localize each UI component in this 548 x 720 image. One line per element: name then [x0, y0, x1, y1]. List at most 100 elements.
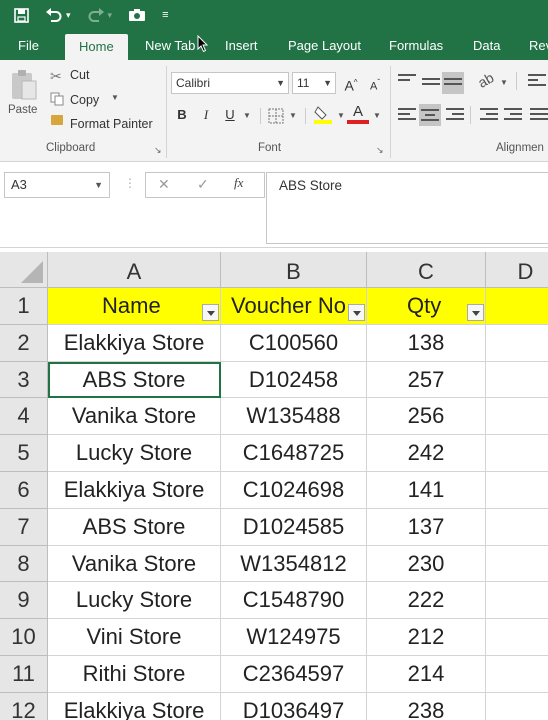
filter-dropdown-icon[interactable]: [348, 304, 365, 321]
table-cell[interactable]: 230: [367, 545, 486, 583]
table-cell[interactable]: W1354812: [221, 545, 367, 583]
table-cell[interactable]: D1024585: [221, 508, 367, 546]
table-cell[interactable]: 7: [486, 435, 548, 472]
row-header[interactable]: 12: [0, 692, 48, 720]
filter-dropdown-icon[interactable]: [202, 304, 219, 321]
table-cell[interactable]: 10: [486, 546, 548, 583]
insert-function-button[interactable]: fx: [234, 175, 243, 191]
font-launcher-icon[interactable]: ↘: [376, 145, 384, 156]
table-cell[interactable]: 14: [486, 693, 548, 720]
column-header-a[interactable]: A: [48, 252, 221, 288]
align-top-icon[interactable]: [398, 74, 416, 88]
table-cell[interactable]: W135488: [221, 398, 367, 436]
table-cell[interactable]: 238: [367, 692, 486, 720]
table-cell[interactable]: 141: [367, 472, 486, 509]
align-left-icon[interactable]: [398, 108, 416, 122]
table-cell[interactable]: W124975: [221, 619, 367, 656]
table-cell[interactable]: 21: [486, 656, 548, 693]
filter-dropdown-icon[interactable]: [467, 304, 484, 321]
camera-icon[interactable]: [128, 8, 146, 22]
table-cell[interactable]: Lucky Store: [48, 582, 221, 620]
tab-new-tab[interactable]: New Tab: [145, 30, 195, 60]
name-box[interactable]: A3 ▼: [4, 172, 110, 198]
tab-data[interactable]: Data: [473, 30, 500, 60]
decrease-indent-icon[interactable]: [480, 108, 498, 122]
merge-center-icon[interactable]: [530, 108, 548, 122]
drag-handle-icon[interactable]: ⋮: [124, 176, 136, 190]
row-header[interactable]: 4: [0, 398, 48, 436]
tab-home[interactable]: Home: [65, 34, 128, 60]
underline-dropdown-icon[interactable]: ▼: [243, 111, 251, 120]
table-cell[interactable]: C1024698: [221, 472, 367, 509]
table-cell[interactable]: Elakkiya Store: [48, 692, 221, 720]
align-center-button[interactable]: [419, 104, 441, 126]
table-cell[interactable]: 17: [486, 582, 548, 620]
tab-page-layout[interactable]: Page Layout: [288, 30, 361, 60]
table-cell[interactable]: 214: [367, 656, 486, 693]
italic-button[interactable]: I: [195, 104, 217, 126]
tab-insert[interactable]: Insert: [225, 30, 258, 60]
table-cell[interactable]: 256: [367, 398, 486, 436]
bold-button[interactable]: B: [171, 104, 193, 126]
table-cell[interactable]: ABS Store: [48, 361, 221, 399]
table-cell[interactable]: Vanika Store: [48, 398, 221, 436]
font-color-button[interactable]: A: [347, 102, 369, 124]
copy-button[interactable]: Copy: [70, 93, 99, 107]
table-cell[interactable]: Vini Store: [48, 619, 221, 656]
underline-button[interactable]: U: [219, 104, 241, 126]
customize-toolbar-icon[interactable]: ≡: [162, 9, 168, 21]
table-cell[interactable]: 137: [367, 508, 486, 546]
align-bottom-button[interactable]: [442, 72, 464, 94]
table-cell[interactable]: 242: [367, 435, 486, 472]
table-cell[interactable]: 212: [367, 619, 486, 656]
wrap-text-icon[interactable]: [528, 74, 546, 88]
row-header[interactable]: 8: [0, 545, 48, 583]
column-header-c[interactable]: C: [367, 252, 486, 288]
table-cell[interactable]: D1036497: [221, 692, 367, 720]
table-cell[interactable]: C1548790: [221, 582, 367, 620]
shrink-font-button[interactable]: Aˇ: [364, 72, 386, 94]
table-cell[interactable]: 8: [486, 619, 548, 656]
table-cell[interactable]: D102458: [221, 361, 367, 399]
orientation-icon[interactable]: ab: [475, 69, 496, 91]
tab-file[interactable]: File: [18, 30, 39, 60]
table-cell[interactable]: 18: [486, 398, 548, 436]
borders-icon[interactable]: [268, 108, 284, 124]
table-header-cell[interactable]: Ra: [486, 288, 548, 325]
fill-color-dropdown-icon[interactable]: ▼: [337, 111, 345, 120]
align-middle-icon[interactable]: [422, 78, 440, 92]
table-cell[interactable]: C2364597: [221, 656, 367, 693]
save-icon[interactable]: [14, 7, 29, 23]
increase-indent-icon[interactable]: [504, 108, 522, 122]
borders-dropdown-icon[interactable]: ▼: [289, 111, 297, 120]
table-cell[interactable]: C100560: [221, 324, 367, 362]
orientation-dropdown-icon[interactable]: ▼: [500, 78, 508, 87]
table-cell[interactable]: 13: [486, 362, 548, 399]
row-header[interactable]: 10: [0, 619, 48, 656]
font-color-dropdown-icon[interactable]: ▼: [373, 111, 381, 120]
row-header[interactable]: 3: [0, 361, 48, 399]
fill-color-icon[interactable]: [314, 104, 332, 124]
table-cell[interactable]: 222: [367, 582, 486, 620]
row-header[interactable]: 6: [0, 472, 48, 509]
table-cell[interactable]: Rithi Store: [48, 656, 221, 693]
undo-icon[interactable]: ▾: [45, 8, 71, 22]
table-cell[interactable]: 257: [367, 361, 486, 399]
format-painter-button[interactable]: Format Painter: [70, 117, 153, 131]
table-cell[interactable]: C1648725: [221, 435, 367, 472]
select-all-button[interactable]: [0, 252, 48, 288]
enter-icon[interactable]: ✓: [197, 176, 209, 193]
row-header[interactable]: 9: [0, 582, 48, 620]
table-cell[interactable]: 138: [367, 324, 486, 362]
tab-review[interactable]: Rev: [529, 30, 548, 60]
tab-formulas[interactable]: Formulas: [389, 30, 443, 60]
table-cell[interactable]: ABS Store: [48, 508, 221, 546]
font-name-select[interactable]: Calibri ▼: [171, 72, 289, 94]
row-header[interactable]: 11: [0, 656, 48, 693]
table-cell[interactable]: Elakkiya Store: [48, 472, 221, 509]
row-header[interactable]: 7: [0, 508, 48, 546]
table-cell[interactable]: Vanika Store: [48, 545, 221, 583]
column-header-b[interactable]: B: [221, 252, 367, 288]
column-header-d[interactable]: D: [486, 252, 548, 288]
row-header[interactable]: 2: [0, 324, 48, 362]
